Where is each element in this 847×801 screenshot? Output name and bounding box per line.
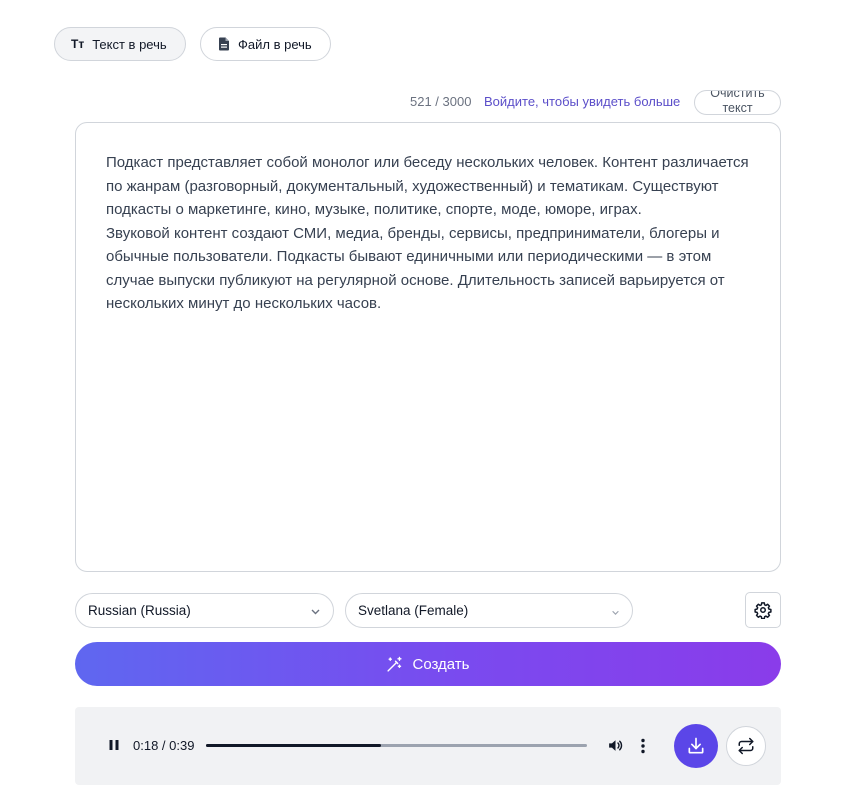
repeat-button[interactable] (726, 726, 766, 766)
gear-icon (754, 601, 772, 619)
language-value: Russian (Russia) (88, 603, 191, 618)
character-counter: 521 / 3000 (410, 94, 472, 109)
more-vertical-icon[interactable] (640, 738, 646, 754)
clear-text-button[interactable]: Очистить текст (694, 90, 781, 115)
volume-icon[interactable] (607, 737, 624, 754)
progress-fill (206, 744, 382, 747)
chevron-down-icon (611, 605, 620, 620)
playback-time: 0:18 / 0:39 (133, 738, 195, 753)
progress-bar[interactable] (206, 744, 587, 747)
tab-file-to-speech[interactable]: Файл в речь (200, 27, 331, 61)
file-icon (218, 37, 230, 51)
create-button[interactable]: Создать (75, 642, 781, 686)
signin-link[interactable]: Войдите, чтобы увидеть больше (484, 94, 680, 109)
tab-file-to-speech-label: Файл в речь (238, 36, 312, 52)
settings-button[interactable] (745, 592, 781, 628)
voice-value: Svetlana (Female) (358, 603, 469, 618)
repeat-icon (737, 737, 755, 755)
magic-wand-icon (386, 656, 403, 673)
pause-icon[interactable] (108, 739, 120, 751)
tab-text-to-speech-label: Текст в речь (92, 36, 167, 52)
audio-player: 0:18 / 0:39 (75, 707, 781, 785)
create-label: Создать (412, 655, 470, 673)
voice-select[interactable]: Svetlana (Female) (345, 593, 633, 628)
download-button[interactable] (674, 724, 718, 768)
chevron-down-icon (310, 605, 321, 620)
clear-text-label: Очистить текст (710, 90, 765, 115)
download-icon (686, 736, 706, 756)
text-input[interactable]: Подкаст представляет собой монолог или б… (75, 122, 781, 572)
tab-text-to-speech[interactable]: Tт Текст в речь (54, 27, 186, 61)
language-select[interactable]: Russian (Russia) (75, 593, 334, 628)
text-size-icon: Tт (71, 37, 85, 51)
